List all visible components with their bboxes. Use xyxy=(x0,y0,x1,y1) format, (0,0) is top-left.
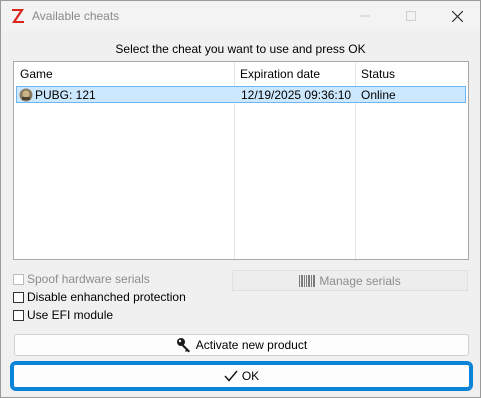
maximize-button[interactable] xyxy=(388,1,434,31)
minimize-icon xyxy=(360,15,370,17)
use-efi-module-checkbox[interactable] xyxy=(13,309,24,321)
ok-button[interactable]: OK xyxy=(10,361,473,391)
cheat-list[interactable]: Game Expiration date Status PUBG: 121 12… xyxy=(13,61,469,260)
column-header-game[interactable]: Game xyxy=(20,67,53,81)
spoof-hardware-serials-label: Spoof hardware serials xyxy=(27,272,150,286)
row-game-name: PUBG: 121 xyxy=(35,88,96,102)
row-status: Online xyxy=(361,88,396,102)
key-icon xyxy=(176,337,192,353)
checkmark-icon xyxy=(224,370,238,382)
title-bar[interactable]: Available cheats xyxy=(1,1,480,31)
activate-new-product-label: Activate new product xyxy=(195,338,308,352)
manage-serials-label: Manage serials xyxy=(319,273,401,288)
minimize-button[interactable] xyxy=(342,1,388,31)
column-header-status[interactable]: Status xyxy=(361,67,395,81)
maximize-icon xyxy=(406,11,416,21)
ok-label: OK xyxy=(241,369,260,383)
close-button[interactable] xyxy=(434,1,480,31)
z-logo-icon xyxy=(12,9,24,23)
close-icon xyxy=(451,10,463,22)
disable-protection-option: Disable enhanched protection xyxy=(13,290,186,304)
use-efi-module-label[interactable]: Use EFI module xyxy=(27,308,113,322)
spoof-hardware-serials-checkbox[interactable] xyxy=(13,273,24,285)
activate-new-product-button[interactable]: Activate new product xyxy=(14,334,469,356)
row-expiration-date: 12/19/2025 09:36:10 xyxy=(241,88,352,102)
spoof-hardware-serials-option: Spoof hardware serials xyxy=(13,272,150,286)
barcode-icon xyxy=(299,274,316,287)
window-title: Available cheats xyxy=(32,9,120,23)
column-header-expiration[interactable]: Expiration date xyxy=(240,67,320,81)
disable-protection-label[interactable]: Disable enhanched protection xyxy=(27,290,186,304)
use-efi-module-option: Use EFI module xyxy=(13,308,113,322)
list-item-pubg[interactable]: PUBG: 121 12/19/2025 09:36:10 Online xyxy=(16,86,466,103)
pubg-game-icon xyxy=(19,88,33,102)
available-cheats-window: Available cheats Select the cheat you wa… xyxy=(0,0,481,398)
disable-protection-checkbox[interactable] xyxy=(13,291,24,303)
instruction-text: Select the cheat you want to use and pre… xyxy=(115,42,366,56)
manage-serials-button[interactable]: Manage serials xyxy=(232,270,468,291)
